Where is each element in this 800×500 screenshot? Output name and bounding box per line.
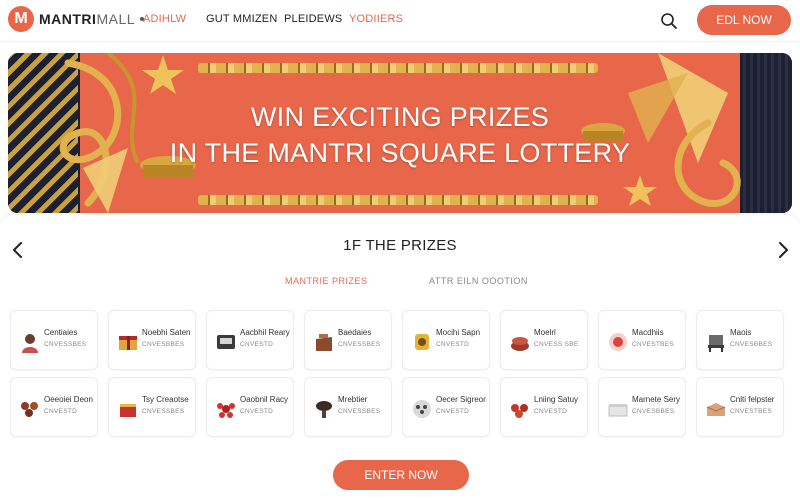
prize-name: Marnete Sery	[632, 395, 681, 404]
cake-icon	[511, 337, 529, 351]
hero-title-line2: IN THE MANTRI SQUARE LOTTERY	[169, 138, 631, 168]
nav-link-1[interactable]: ADIHLW	[143, 13, 186, 25]
hero-title: WIN EXCITING PRIZES IN THE MANTRI SQUARE…	[8, 99, 792, 171]
nav-link-3[interactable]: PLEIDEWS	[284, 13, 342, 25]
fruits-icon	[511, 404, 528, 418]
prize-card[interactable]: Oeeoiei Deon CNVESTD	[10, 377, 98, 437]
prize-name: Mrebtier	[338, 395, 368, 404]
prize-card[interactable]: Cnlti felpster CNVESTBES	[696, 377, 784, 437]
prize-subtitle: CNVESTBES	[730, 408, 773, 415]
prize-name: Oecer Sigreor	[436, 395, 486, 404]
tab-attr-eiln[interactable]: ATTR EILN OOOTION	[429, 276, 528, 286]
prize-card[interactable]: Oecer Sigreor CNVESTD	[402, 377, 490, 437]
gift-box-icon	[119, 336, 137, 350]
prize-subtitle: CNVESTD	[436, 341, 470, 348]
prize-subtitle: CNVESSBES	[338, 341, 381, 348]
prize-name: Aacbhil Reary	[240, 328, 290, 337]
nav-link-2[interactable]: GUT MMIZEN	[206, 13, 277, 25]
prize-card[interactable]: Centiaies CNVESSBES	[10, 310, 98, 370]
prize-card[interactable]: Moelrl CNVESS SBE	[500, 310, 588, 370]
prize-subtitle: CNVESTD	[436, 408, 470, 415]
prizes-title: 1F THE PRIZES	[343, 237, 457, 254]
sweets-icon	[21, 402, 38, 417]
prize-subtitle: CNVESTD	[534, 408, 568, 415]
prize-subtitle: CNVESBBES	[142, 341, 185, 348]
flower-icon	[217, 403, 235, 418]
prize-name: Noebhi Saten	[142, 328, 191, 337]
tab-mantri-prizes[interactable]: MANTRIE PRIZES	[285, 276, 368, 286]
bag-icon	[316, 334, 332, 351]
prize-subtitle: CNVESTD	[240, 408, 274, 415]
prize-name: Moelrl	[534, 328, 556, 337]
logo-badge: M	[8, 6, 34, 32]
watch-icon	[415, 334, 429, 350]
prize-subtitle: CNVESBBES	[730, 341, 773, 348]
top-nav: M MANTRIMALL ADIHLW GUT MMIZEN PLEIDEWS …	[0, 0, 800, 42]
nav-link-4[interactable]: YODIIERS	[349, 13, 403, 25]
prize-subtitle: CNVESSBES	[44, 341, 87, 348]
prize-card[interactable]: Noebhi Saten CNVESBBES	[108, 310, 196, 370]
hamper-icon	[120, 404, 136, 417]
stand-icon	[316, 401, 332, 418]
prize-subtitle: CNVESBBES	[632, 408, 675, 415]
prize-name: Centiaies	[44, 328, 78, 337]
brand-name-light: MALL	[96, 11, 136, 27]
prize-card[interactable]: Macdhiis CNVESTBES	[598, 310, 686, 370]
brand-name-bold: MANTRI	[39, 11, 97, 27]
box-icon	[608, 404, 628, 417]
prize-subtitle: CNVESTD	[240, 341, 274, 348]
prize-name: Baedaies	[338, 328, 372, 337]
prize-name: Maois	[730, 328, 752, 337]
enter-now-button[interactable]: ENTER NOW	[333, 460, 469, 490]
brand-logo[interactable]: M MANTRIMALL	[8, 6, 145, 32]
prize-subtitle: CNVESSBES	[338, 408, 381, 415]
prize-name: Oeeoiei Deon	[44, 395, 93, 404]
parcel-icon	[706, 403, 726, 416]
chair-icon	[708, 335, 724, 352]
prize-card[interactable]: Tsy Creaotse CNVESSBES	[108, 377, 196, 437]
prize-subtitle: CNVESS SBE	[534, 341, 579, 348]
prize-name: Oaobnil Racy	[240, 395, 289, 404]
ornament-icon	[609, 333, 627, 351]
prize-name: Tsy Creaotse	[142, 395, 189, 404]
prize-subtitle: CNVESTD	[44, 408, 78, 415]
gadget-icon	[217, 335, 235, 349]
prize-card[interactable]: Mocihi Sapn CNVESTD	[402, 310, 490, 370]
hero-banner: WIN EXCITING PRIZES IN THE MANTRI SQUARE…	[8, 53, 792, 213]
prize-card[interactable]: Mrebtier CNVESSBES	[304, 377, 392, 437]
header-cta-button[interactable]: EDL NOW	[697, 5, 791, 35]
prize-card[interactable]: Baedaies CNVESSBES	[304, 310, 392, 370]
prize-name: Macdhiis	[632, 328, 664, 337]
prize-card[interactable]: Oaobnil Racy CNVESTD	[206, 377, 294, 437]
prize-card[interactable]: Marnete Sery CNVESBBES	[598, 377, 686, 437]
search-icon[interactable]	[660, 12, 678, 30]
prize-name: Cnlti felpster	[730, 395, 775, 404]
hero-title-line1: WIN EXCITING PRIZES	[250, 102, 550, 132]
brand-name: MANTRIMALL	[39, 11, 135, 27]
prize-card[interactable]: Aacbhil Reary CNVESTD	[206, 310, 294, 370]
prize-name: Mocihi Sapn	[436, 328, 481, 337]
prize-subtitle: CNVESTBES	[632, 341, 675, 348]
prize-card[interactable]: Lniing Satuy CNVESTD	[500, 377, 588, 437]
prize-subtitle: CNVESSBES	[142, 408, 185, 415]
person-icon	[22, 334, 38, 353]
tray-icon	[413, 400, 431, 418]
prize-card[interactable]: Maois CNVESBBES	[696, 310, 784, 370]
prize-name: Lniing Satuy	[534, 395, 579, 404]
